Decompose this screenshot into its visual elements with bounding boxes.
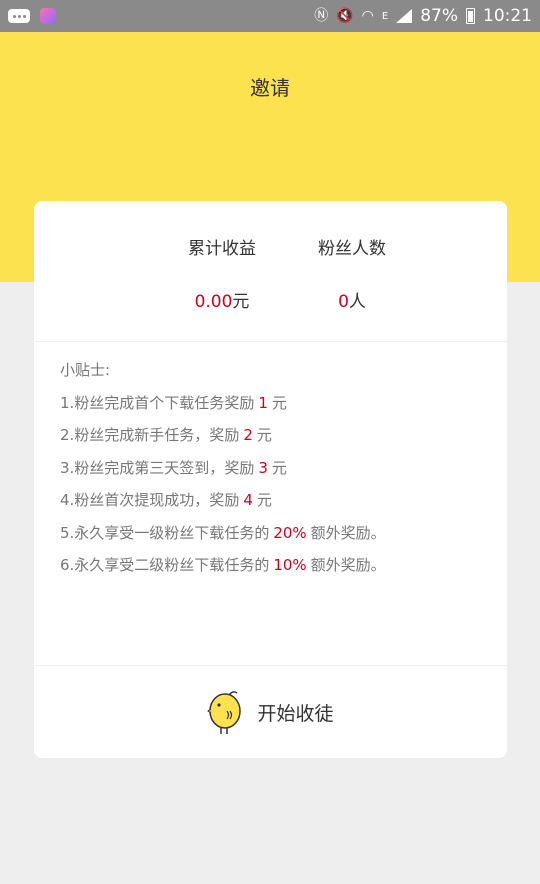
earnings-amount: 0.00 [194, 292, 233, 312]
tip-item: 5.永久享受一级粉丝下载任务的 20% 额外奖励。 [60, 523, 386, 542]
start-recruit-button[interactable]: 开始收徒 [34, 666, 507, 758]
stats-divider [34, 341, 507, 342]
app-notification-icon [40, 8, 56, 24]
fans-count: 0 [338, 292, 349, 312]
earnings-value: 0.00元 [152, 287, 292, 312]
tip-item: 1.粉丝完成首个下载任务奖励 1 元 [60, 393, 287, 412]
wifi-icon: ◠ [361, 8, 374, 24]
tip-item: 6.永久享受二级粉丝下载任务的 10% 额外奖励。 [60, 556, 386, 574]
earnings-label: 累计收益 [188, 239, 256, 259]
stats-panel: 累计收益 粉丝人数 0.00元 0人 [34, 201, 507, 341]
fans-unit: 人 [348, 292, 366, 312]
tips-section: 小贴士: 1.粉丝完成首个下载任务奖励 1 元 2.粉丝完成新手任务，奖励 2 元 3.… [60, 359, 386, 587]
invite-card: 累计收益 粉丝人数 0.00元 0人 小贴士: 1.粉丝完成首个下载任务奖励 1 元… [34, 201, 507, 758]
start-recruit-label: 开始收徒 [257, 702, 334, 725]
status-bar: Ⓝ 🔇 ◠ E 87% 10:21 [0, 0, 540, 32]
status-indicators: Ⓝ 🔇 ◠ E 87% 10:21 [314, 6, 532, 26]
fans-label: 粉丝人数 [318, 239, 386, 259]
chick-icon [207, 691, 242, 734]
page-title: 邀请 [250, 76, 290, 100]
tip-item: 4.粉丝首次提现成功，奖励 4 元 [60, 491, 272, 509]
battery-icon [466, 8, 475, 24]
fans-value: 0人 [282, 287, 422, 312]
nfc-icon: Ⓝ [314, 8, 329, 24]
earnings-unit: 元 [232, 292, 250, 312]
tips-title: 小贴士: [60, 361, 111, 379]
clock: 10:21 [483, 6, 532, 26]
message-icon [8, 9, 30, 23]
battery-percent: 87% [420, 6, 458, 26]
mute-icon: 🔇 [336, 8, 354, 24]
tip-item: 3.粉丝完成第三天签到，奖励 3 元 [60, 458, 287, 477]
tip-item: 2.粉丝完成新手任务，奖励 2 元 [60, 426, 272, 444]
network-type: E [381, 11, 389, 22]
signal-icon [396, 9, 413, 23]
status-notifications [8, 8, 56, 24]
